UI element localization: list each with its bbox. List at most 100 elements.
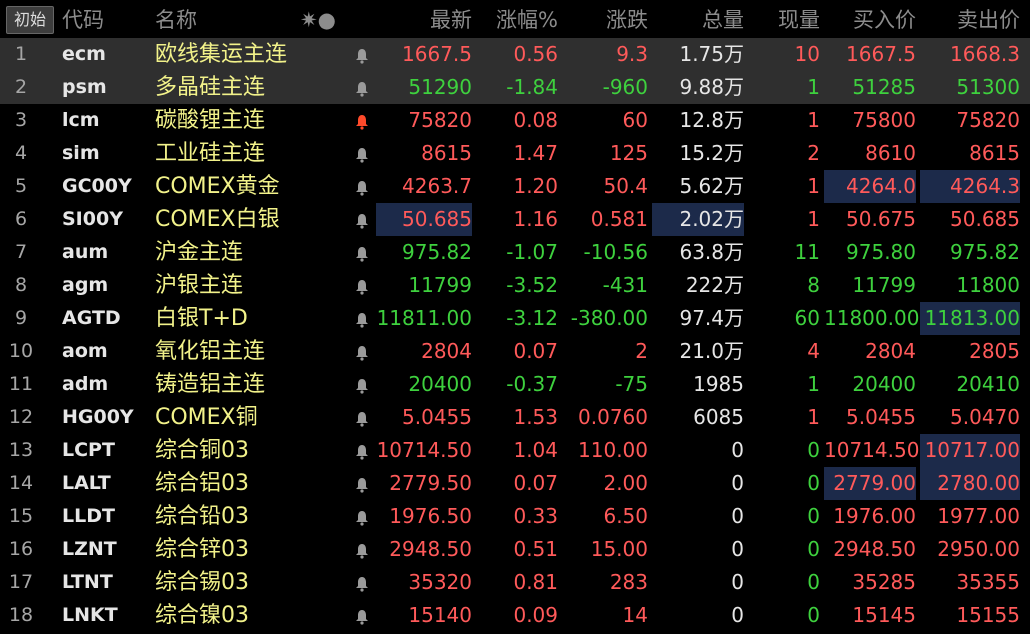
instrument-name: 碳酸锂主连	[155, 108, 266, 133]
bell-icon[interactable]	[350, 137, 374, 170]
bid-price: 11799	[852, 273, 916, 297]
change-percent: -1.07	[506, 240, 558, 264]
change-percent: 0.09	[513, 603, 558, 627]
ask-price: 1668.3	[950, 42, 1020, 66]
bell-icon[interactable]	[350, 236, 374, 269]
bid-price: 35285	[852, 570, 916, 594]
bell-icon[interactable]	[350, 599, 374, 632]
row-index: 4	[14, 142, 28, 164]
table-row[interactable]: 6 SI00Y COMEX白银 50.685 1.16 0.581 2.02万 1 50.675…	[0, 203, 1030, 236]
table-row[interactable]: 14 LALT 综合铝03 2779.50 0.07 2.00 0 0 2779.00 2780.…	[0, 467, 1030, 500]
instrument-name: 综合锌03	[155, 537, 249, 562]
change-percent: 0.56	[513, 42, 558, 66]
col-header-cur[interactable]: 现量	[760, 0, 820, 38]
table-row[interactable]: 3 lcm 碳酸锂主连 75820 0.08 60 12.8万 1 75800 75820	[0, 104, 1030, 137]
ask-price: 2950.00	[937, 537, 1020, 561]
table-row[interactable]: 5 GC00Y COMEX黄金 4263.7 1.20 50.4 5.62万 1 4264.0 4…	[0, 170, 1030, 203]
col-header-pct[interactable]: 涨幅%	[476, 0, 558, 38]
change-percent: 0.81	[513, 570, 558, 594]
bid-price: 5.0455	[846, 405, 916, 429]
total-volume: 97.4万	[679, 306, 744, 330]
bid-price: 11800.00	[824, 306, 920, 330]
table-row[interactable]: 4 sim 工业硅主连 8615 1.47 125 15.2万 2 8610 8615	[0, 137, 1030, 170]
bell-icon[interactable]	[350, 302, 374, 335]
bid-price: 10714.50	[824, 438, 920, 462]
total-volume: 63.8万	[679, 240, 744, 264]
table-row[interactable]: 10 aom 氧化铝主连 2804 0.07 2 21.0万 4 2804 2805	[0, 335, 1030, 368]
bell-icon[interactable]	[350, 500, 374, 533]
bid-price: 20400	[852, 372, 916, 396]
instrument-name: 综合镍03	[155, 603, 249, 628]
symbol-code: AGTD	[62, 307, 121, 329]
last-price: 1976.50	[389, 504, 472, 528]
symbol-code: sim	[62, 142, 100, 164]
row-index: 13	[8, 439, 34, 461]
bell-icon[interactable]	[350, 203, 374, 236]
col-header-ask[interactable]: 卖出价	[920, 0, 1020, 38]
table-row[interactable]: 18 LNKT 综合镍03 15140 0.09 14 0 0 15145 15155	[0, 599, 1030, 632]
last-price: 4263.7	[402, 174, 472, 198]
bell-icon[interactable]	[350, 401, 374, 434]
table-row[interactable]: 9 AGTD 白银T+D 11811.00 -3.12 -380.00 97.4万 60 118…	[0, 302, 1030, 335]
bell-icon[interactable]	[350, 368, 374, 401]
row-index: 14	[8, 472, 34, 494]
total-volume: 6085	[693, 405, 744, 429]
change-percent: 1.04	[513, 438, 558, 462]
row-index: 1	[14, 43, 28, 65]
last-price: 5.0455	[402, 405, 472, 429]
col-header-code[interactable]: 代码	[62, 0, 152, 38]
col-header-name[interactable]: 名称	[155, 0, 255, 38]
col-header-chg[interactable]: 涨跌	[560, 0, 648, 38]
symbol-code: LCPT	[62, 439, 115, 461]
init-button[interactable]: 初始	[6, 6, 54, 34]
table-row[interactable]: 13 LCPT 综合铜03 10714.50 1.04 110.00 0 0 10714.50 1…	[0, 434, 1030, 467]
symbol-code: psm	[62, 76, 107, 98]
table-row[interactable]: 17 LTNT 综合锡03 35320 0.81 283 0 0 35285 35355	[0, 566, 1030, 599]
table-row[interactable]: 16 LZNT 综合锌03 2948.50 0.51 15.00 0 0 2948.50 2950…	[0, 533, 1030, 566]
table-row[interactable]: 11 adm 铸造铝主连 20400 -0.37 -75 1985 1 20400 20410	[0, 368, 1030, 401]
last-price: 15140	[408, 603, 472, 627]
table-row[interactable]: 15 LLDT 综合铅03 1976.50 0.33 6.50 0 0 1976.00 1977.…	[0, 500, 1030, 533]
bell-alert-active-icon[interactable]	[350, 104, 374, 137]
table-row[interactable]: 2 psm 多晶硅主连 51290 -1.84 -960 9.88万 1 51285 51300	[0, 71, 1030, 104]
table-row[interactable]: 1 ecm 欧线集运主连 1667.5 0.56 9.3 1.75万 10 1667.5 1668…	[0, 38, 1030, 71]
bell-icon[interactable]	[350, 170, 374, 203]
symbol-code: SI00Y	[62, 208, 123, 230]
instrument-name: 综合锡03	[155, 570, 249, 595]
bell-icon[interactable]	[350, 533, 374, 566]
ask-price: 20410	[956, 372, 1020, 396]
table-row[interactable]: 7 aum 沪金主连 975.82 -1.07 -10.56 63.8万 11 975.80 97…	[0, 236, 1030, 269]
bell-icon[interactable]	[350, 566, 374, 599]
total-volume: 15.2万	[679, 141, 744, 165]
change-value: 0.0760	[578, 405, 648, 429]
symbol-code: LZNT	[62, 538, 117, 560]
current-volume: 0	[807, 603, 820, 627]
last-price: 51290	[408, 75, 472, 99]
bell-icon[interactable]	[350, 434, 374, 467]
row-index: 15	[8, 505, 34, 527]
col-header-last[interactable]: 最新	[376, 0, 472, 38]
row-index: 5	[14, 175, 28, 197]
col-header-vol[interactable]: 总量	[652, 0, 744, 38]
change-value: 6.50	[603, 504, 648, 528]
table-row[interactable]: 8 agm 沪银主连 11799 -3.52 -431 222万 8 11799 11800	[0, 269, 1030, 302]
total-volume: 0	[731, 603, 744, 627]
ask-price: 11813.00	[920, 302, 1020, 335]
bell-icon[interactable]	[350, 335, 374, 368]
bell-icon[interactable]	[350, 467, 374, 500]
current-volume: 1	[807, 405, 820, 429]
bid-price: 2779.00	[824, 467, 916, 500]
bell-icon[interactable]	[350, 71, 374, 104]
ask-price: 75820	[956, 108, 1020, 132]
header-settings-icons[interactable]: ✷●	[300, 0, 340, 38]
instrument-name: 工业硅主连	[155, 141, 266, 166]
change-percent: 0.51	[513, 537, 558, 561]
bell-icon[interactable]	[350, 38, 374, 71]
row-index: 2	[14, 76, 28, 98]
bell-icon[interactable]	[350, 269, 374, 302]
row-index: 9	[14, 307, 28, 329]
table-row[interactable]: 12 HG00Y COMEX铜 5.0455 1.53 0.0760 6085 1 5.0455…	[0, 401, 1030, 434]
col-header-bid[interactable]: 买入价	[824, 0, 916, 38]
symbol-code: aom	[62, 340, 108, 362]
row-index: 18	[8, 604, 34, 626]
